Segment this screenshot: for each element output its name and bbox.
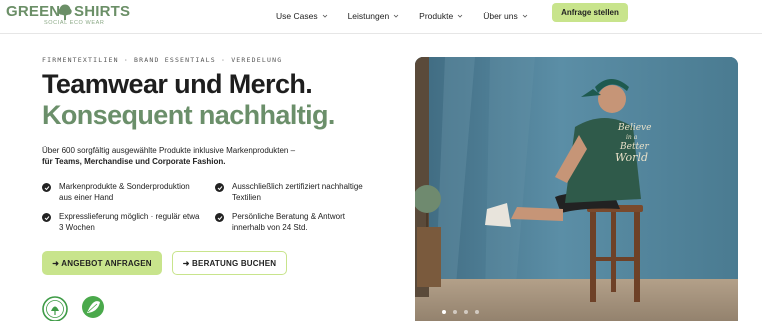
carousel-dot[interactable] (475, 310, 479, 314)
hero-headline-line-1: Teamwear und Merch. (42, 69, 313, 99)
logo-word-shirts: SHIRTS (74, 3, 131, 20)
hero-photo-illustration: Believe in a Better World (415, 57, 738, 321)
nav-item-leistungen[interactable]: Leistungen (348, 11, 400, 21)
logo-tagline: SOCIAL ECO WEAR (44, 20, 105, 26)
shirt-print-line-4: World (615, 151, 648, 164)
tree-icon (58, 4, 72, 20)
feature-item: Markenprodukte & Sonderproduktion aus ei… (42, 182, 202, 203)
hero-photo: Believe in a Better World (415, 57, 738, 321)
request-quote-nav-button[interactable]: Anfrage stellen (552, 3, 628, 22)
carousel-dots (442, 310, 486, 314)
feature-item: Ausschließlich zertifiziert nachhaltige … (215, 182, 375, 203)
nav-item-produkte[interactable]: Produkte (419, 11, 463, 21)
shirt-print-line-1: Believe (617, 123, 651, 133)
carousel-dot[interactable] (464, 310, 468, 314)
feature-text: Ausschließlich zertifiziert nachhaltige … (232, 182, 363, 202)
logo-word-green: GREEN (6, 3, 61, 20)
feature-item: Expresslieferung möglich · regulär etwa … (42, 212, 202, 233)
site-header: GREEN SHIRTS SOCIAL ECO WEAR Use Cases L… (0, 0, 762, 34)
feature-text: Persönliche Beratung & Antwort innerhalb… (232, 212, 345, 232)
green-shirts-logo[interactable]: GREEN SHIRTS SOCIAL ECO WEAR (6, 3, 130, 29)
carousel-dot[interactable] (442, 310, 446, 314)
nav-item-label: Über uns (483, 11, 518, 21)
gots-certification-icon (42, 296, 68, 321)
nav-item-use-cases[interactable]: Use Cases (276, 11, 328, 21)
book-consultation-button[interactable]: ➜ BERATUNG BUCHEN (172, 251, 287, 275)
chevron-down-icon (393, 14, 399, 18)
leaf-certification-icon (82, 296, 104, 318)
hero-lead-bold: für Teams, Merchandise und Corporate Fas… (42, 157, 226, 166)
check-circle-icon (42, 183, 51, 192)
chevron-down-icon (522, 14, 527, 18)
request-offer-button[interactable]: ➜ ANGEBOT ANFRAGEN (42, 251, 162, 275)
hero-lead: Über 600 sorgfältig ausgewählte Produkte… (42, 145, 332, 167)
main-nav: Use Cases Leistungen Produkte Über uns (276, 6, 528, 26)
nav-item-label: Produkte (419, 11, 454, 21)
nav-item-ueber-uns[interactable]: Über uns (483, 11, 528, 21)
chevron-down-icon (457, 14, 463, 18)
check-circle-icon (215, 183, 224, 192)
check-circle-icon (215, 213, 224, 222)
check-circle-icon (42, 213, 51, 222)
carousel-dot[interactable] (453, 310, 457, 314)
nav-item-label: Leistungen (347, 11, 390, 21)
nav-item-label: Use Cases (276, 11, 318, 21)
feature-text: Markenprodukte & Sonderproduktion aus ei… (59, 182, 190, 202)
chevron-down-icon (322, 14, 327, 18)
hero-headline-line-2: Konsequent nachhaltig. (42, 100, 335, 130)
hero-lead-text: Über 600 sorgfältig ausgewählte Produkte… (42, 146, 296, 155)
feature-text: Expresslieferung möglich · regulär etwa … (59, 212, 200, 232)
hero-eyebrow: FIRMENTEXTILIEN · BRAND ESSENTIALS · VER… (42, 56, 283, 64)
shirt-print-line-2: in a (626, 134, 638, 141)
feature-item: Persönliche Beratung & Antwort innerhalb… (215, 212, 375, 233)
